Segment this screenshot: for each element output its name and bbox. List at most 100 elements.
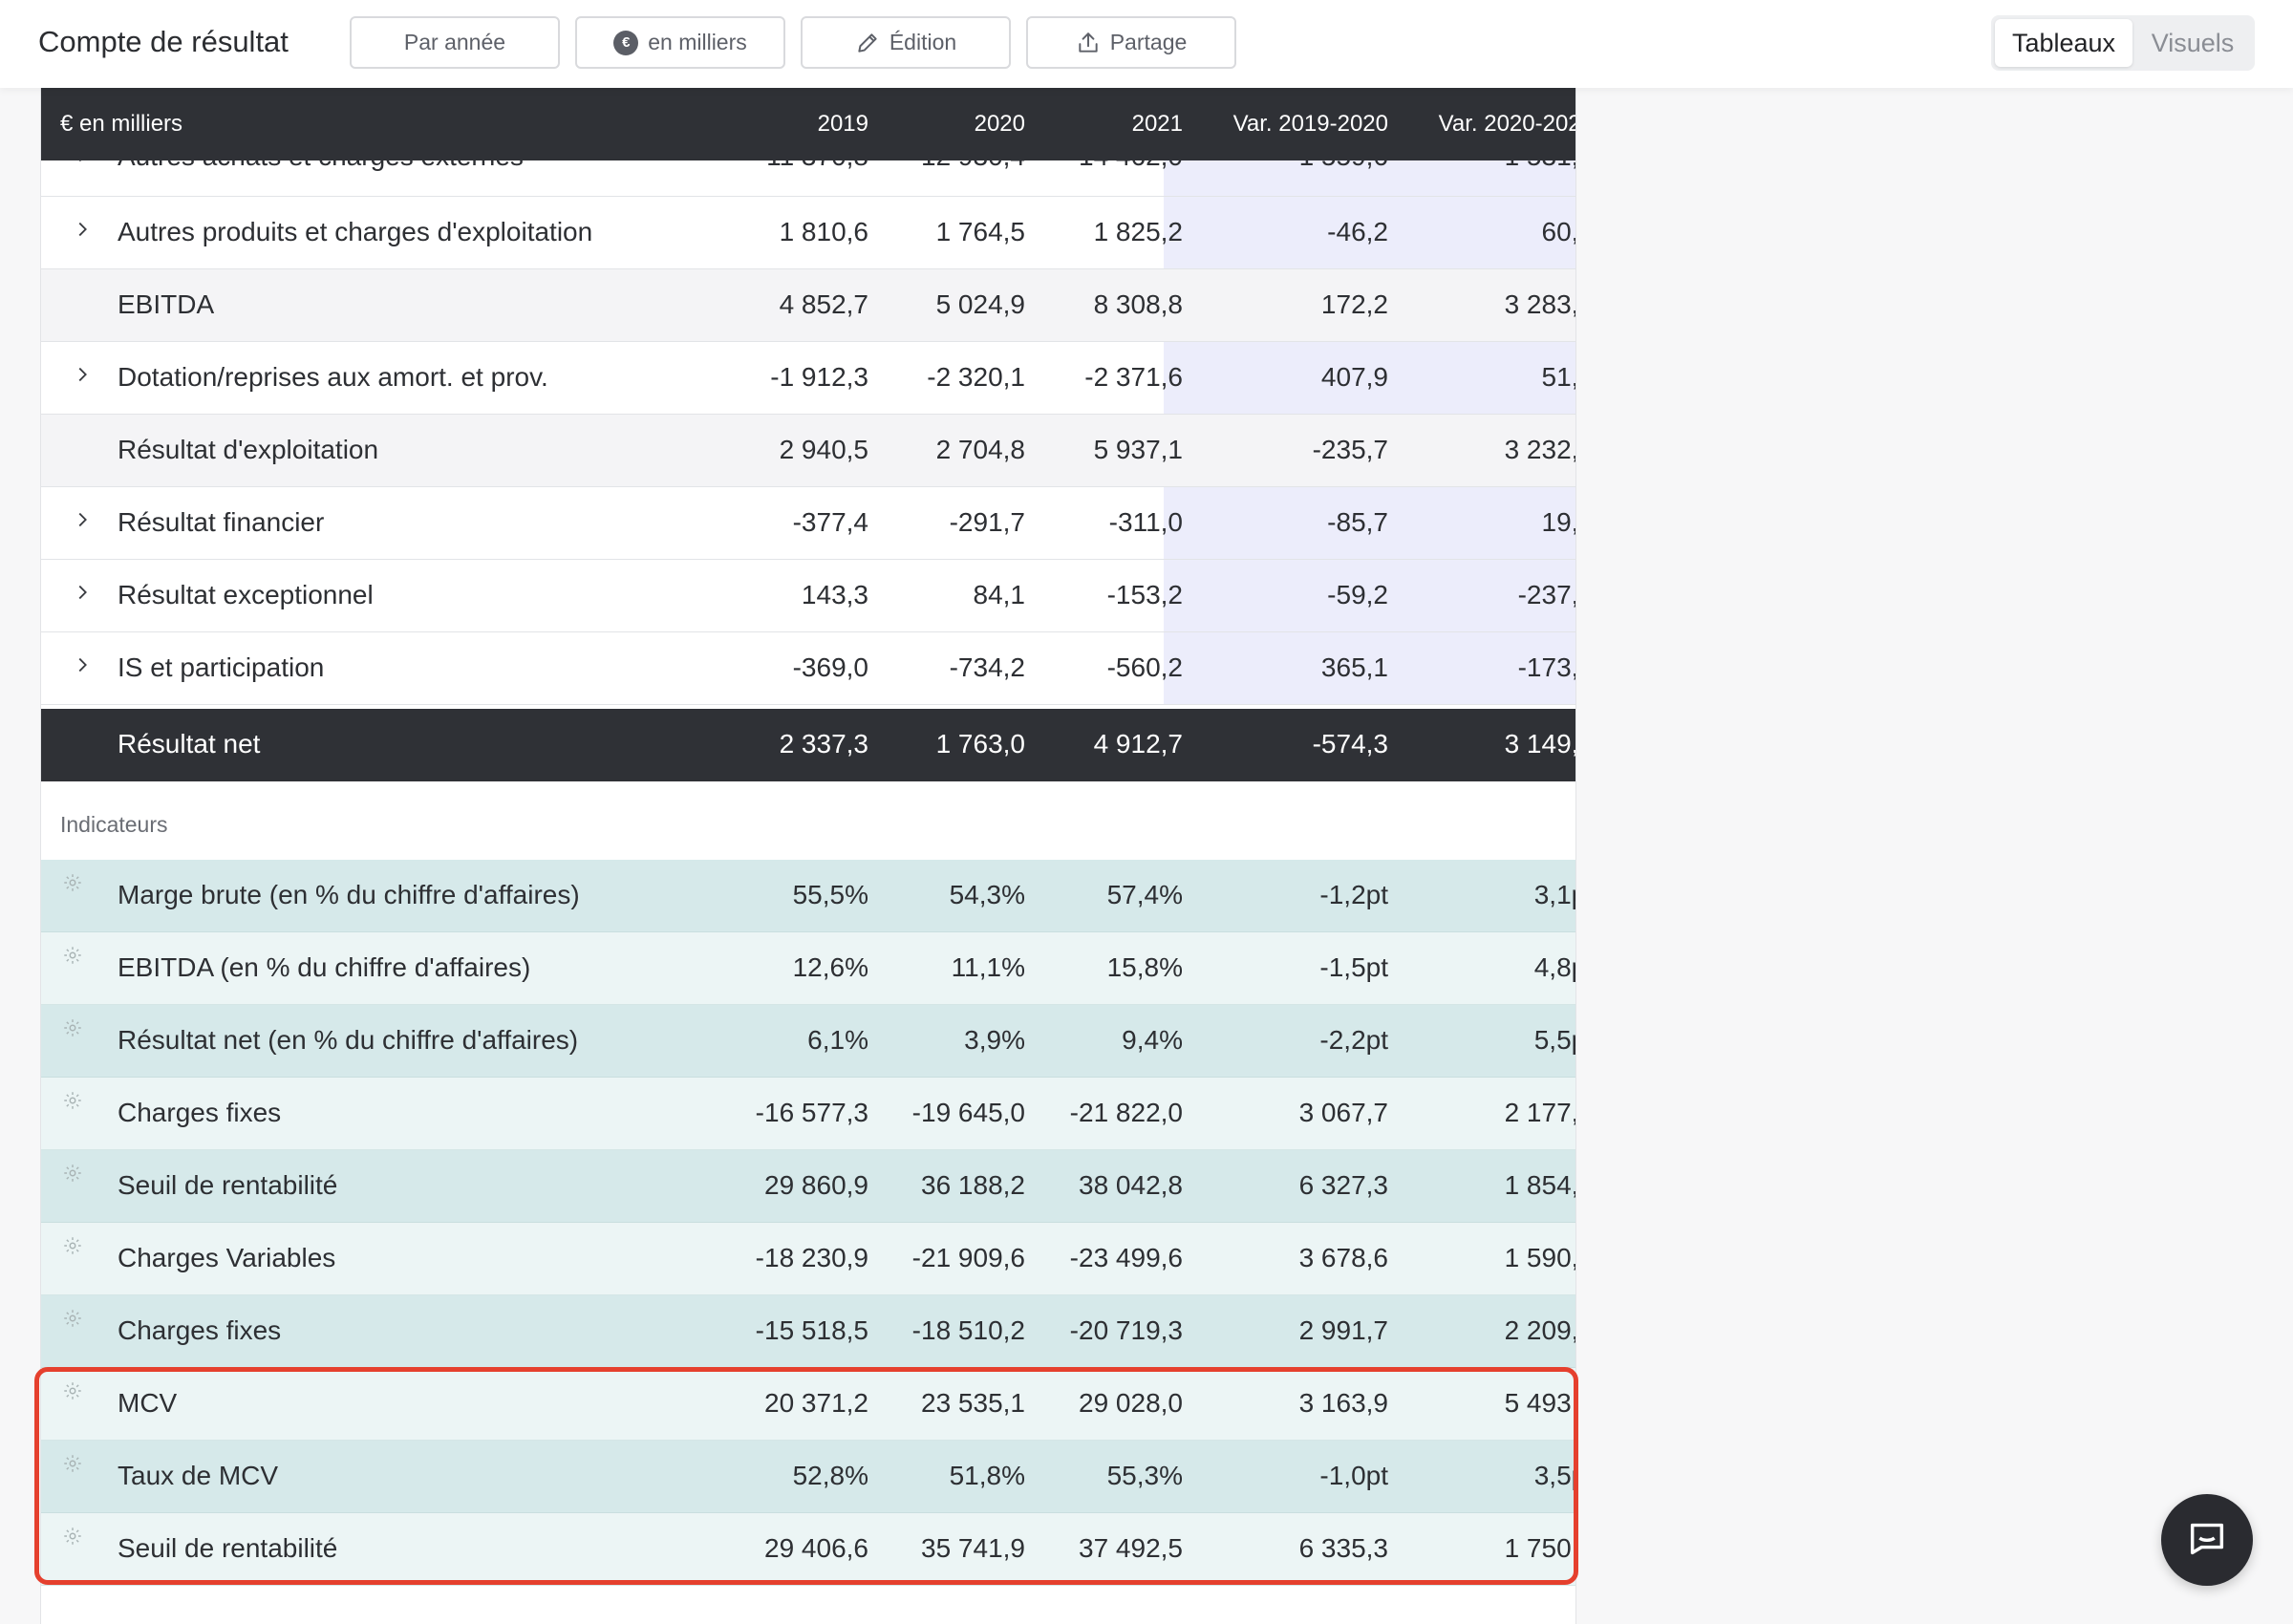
- cell-var-2020-2021: 19,3: [1541, 507, 1576, 537]
- chevron-right-icon[interactable]: [72, 579, 93, 609]
- chevron-right-icon[interactable]: [72, 216, 93, 246]
- cell-var-2020-2021: 5,5pt: [1533, 1025, 1575, 1055]
- cell-var-2020-2021: 2 177,0: [1504, 1098, 1575, 1127]
- indicator-row: Charges Variables -18 230,9 -21 909,6 -2…: [41, 1223, 1575, 1295]
- cell-2021: -560,2: [1106, 652, 1183, 682]
- indicator-row: Seuil de rentabilité 29 406,6 35 741,9 3…: [41, 1513, 1575, 1586]
- table-row[interactable]: IS et participation -369,0 -734,2 -560,2…: [41, 632, 1575, 705]
- header-var-2020-2021: Var. 2020-2021: [1438, 111, 1575, 137]
- table-row[interactable]: Résultat exceptionnel 143,3 84,1 -153,2 …: [41, 560, 1575, 632]
- row-label: Charges fixes: [118, 1315, 282, 1345]
- table-row[interactable]: Dotation/reprises aux amort. et prov. -1…: [41, 342, 1575, 415]
- cell-var-2019-2020: -1,5pt: [1319, 952, 1388, 982]
- cell-2021: -21 822,0: [1069, 1098, 1183, 1127]
- chat-button[interactable]: [2161, 1494, 2253, 1586]
- row-label: EBITDA (en % du chiffre d'affaires): [118, 952, 531, 982]
- cell-var-2020-2021: 1 590,1: [1504, 1243, 1575, 1272]
- row-label: Résultat net (en % du chiffre d'affaires…: [118, 1025, 579, 1055]
- cell-2019: -16 577,3: [755, 1098, 868, 1127]
- row-label: Résultat exceptionnel: [118, 580, 374, 609]
- cell-2021: -311,0: [1108, 507, 1183, 537]
- cell-2020: 84,1: [973, 580, 1026, 609]
- header-unit: € en milliers: [60, 111, 183, 137]
- chevron-right-icon[interactable]: [72, 652, 93, 682]
- row-label: Autres produits et charges d'exploitatio…: [118, 217, 593, 246]
- cell-2020: 5 024,9: [935, 289, 1025, 319]
- cell-2020: 2 704,8: [935, 435, 1025, 464]
- cell-2021: 55,3%: [1106, 1461, 1183, 1490]
- gear-icon[interactable]: [62, 942, 83, 972]
- cell-2021: 15,8%: [1106, 952, 1183, 982]
- row-label: EBITDA: [118, 289, 215, 319]
- row-label: Marge brute (en % du chiffre d'affaires): [118, 880, 580, 909]
- pencil-icon: [855, 31, 880, 55]
- share-button-label: Partage: [1109, 30, 1188, 54]
- cell-var-2020-2021: -173,9: [1517, 652, 1575, 682]
- share-button[interactable]: Partage: [1026, 16, 1236, 69]
- edit-button[interactable]: Édition: [801, 16, 1011, 69]
- euro-icon: €: [613, 30, 639, 55]
- top-bar: Compte de résultat Par année € en millie…: [0, 0, 2293, 88]
- tab-tableaux[interactable]: Tableaux: [1995, 19, 2132, 67]
- table-row[interactable]: Autres produits et charges d'exploitatio…: [41, 197, 1575, 269]
- row-label: Charges Variables: [118, 1243, 336, 1272]
- gear-icon[interactable]: [62, 1015, 83, 1045]
- cell-2019: 29 860,9: [764, 1170, 868, 1200]
- gear-icon[interactable]: [62, 1450, 83, 1481]
- gear-icon[interactable]: [62, 1378, 83, 1408]
- gear-icon[interactable]: [62, 1160, 83, 1190]
- row-label: Résultat net: [118, 729, 261, 759]
- header-2019: 2019: [817, 111, 868, 137]
- cell-var-2019-2020: -1,2pt: [1319, 880, 1388, 909]
- cell-2020: 1 763,0: [935, 729, 1025, 759]
- cell-var-2019-2020: 6 327,3: [1298, 1170, 1388, 1200]
- section-label: Indicateurs: [60, 812, 168, 837]
- chevron-right-icon[interactable]: [72, 361, 93, 392]
- cell-var-2020-2021: 2 209,1: [1504, 1315, 1575, 1345]
- cell-2021: 57,4%: [1106, 880, 1183, 909]
- indicator-row: Marge brute (en % du chiffre d'affaires)…: [41, 860, 1575, 932]
- gear-icon[interactable]: [62, 1087, 83, 1118]
- period-button[interactable]: Par année: [350, 16, 560, 69]
- cell-2019: 20 371,2: [764, 1388, 868, 1418]
- cell-2021: -2 371,6: [1084, 362, 1183, 392]
- total-row-resultat-net: Résultat net 2 337,3 1 763,0 4 912,7 -57…: [41, 709, 1575, 781]
- cell-var-2019-2020: 2 991,7: [1298, 1315, 1388, 1345]
- cell-var-2020-2021: 3,1pt: [1533, 880, 1575, 909]
- cell-var-2019-2020: -46,2: [1327, 217, 1388, 246]
- tab-visuels[interactable]: Visuels: [2134, 19, 2251, 67]
- cell-var-2020-2021: 3,5pt: [1533, 1461, 1575, 1490]
- header-var-2019-2020: Var. 2019-2020: [1232, 111, 1388, 137]
- gear-icon[interactable]: [62, 1523, 83, 1553]
- edit-button-label: Édition: [889, 30, 957, 54]
- cell-var-2019-2020: -235,7: [1312, 435, 1388, 464]
- cell-var-2019-2020: 407,9: [1320, 362, 1388, 392]
- cell-2020: -19 645,0: [911, 1098, 1025, 1127]
- row-label: Seuil de rentabilité: [118, 1533, 338, 1563]
- cell-2020: 11,1%: [951, 952, 1025, 982]
- indicator-row: Résultat net (en % du chiffre d'affaires…: [41, 1005, 1575, 1078]
- cell-2019: -369,0: [792, 652, 868, 682]
- cell-2019: -18 230,9: [755, 1243, 868, 1272]
- table-row: EBITDA 4 852,7 5 024,9 8 308,8 172,2 3 2…: [41, 269, 1575, 342]
- gear-icon[interactable]: [62, 1305, 83, 1336]
- cell-2019: 2 337,3: [779, 729, 868, 759]
- period-button-label: Par année: [403, 30, 506, 54]
- cell-2021: 8 308,8: [1093, 289, 1183, 319]
- unit-button[interactable]: € en milliers: [575, 16, 785, 69]
- cell-2019: 29 406,6: [764, 1533, 868, 1563]
- indicator-row: MCV 20 371,2 23 535,1 29 028,0 3 163,9 5…: [41, 1368, 1575, 1441]
- chevron-right-icon[interactable]: [72, 506, 93, 537]
- view-switcher: Tableaux Visuels: [1991, 15, 2255, 71]
- cell-2020: -21 909,6: [911, 1243, 1025, 1272]
- gear-icon[interactable]: [62, 869, 83, 900]
- header-2020: 2020: [974, 111, 1025, 137]
- page-title: Compte de résultat: [38, 25, 289, 58]
- gear-icon[interactable]: [62, 1232, 83, 1263]
- table-row[interactable]: Résultat financier -377,4 -291,7 -311,0 …: [41, 487, 1575, 560]
- cell-var-2019-2020: 172,2: [1320, 289, 1388, 319]
- cell-2019: 143,3: [801, 580, 868, 609]
- cell-2021: -153,2: [1106, 580, 1183, 609]
- row-label: IS et participation: [118, 652, 325, 682]
- cell-2019: 4 852,7: [779, 289, 868, 319]
